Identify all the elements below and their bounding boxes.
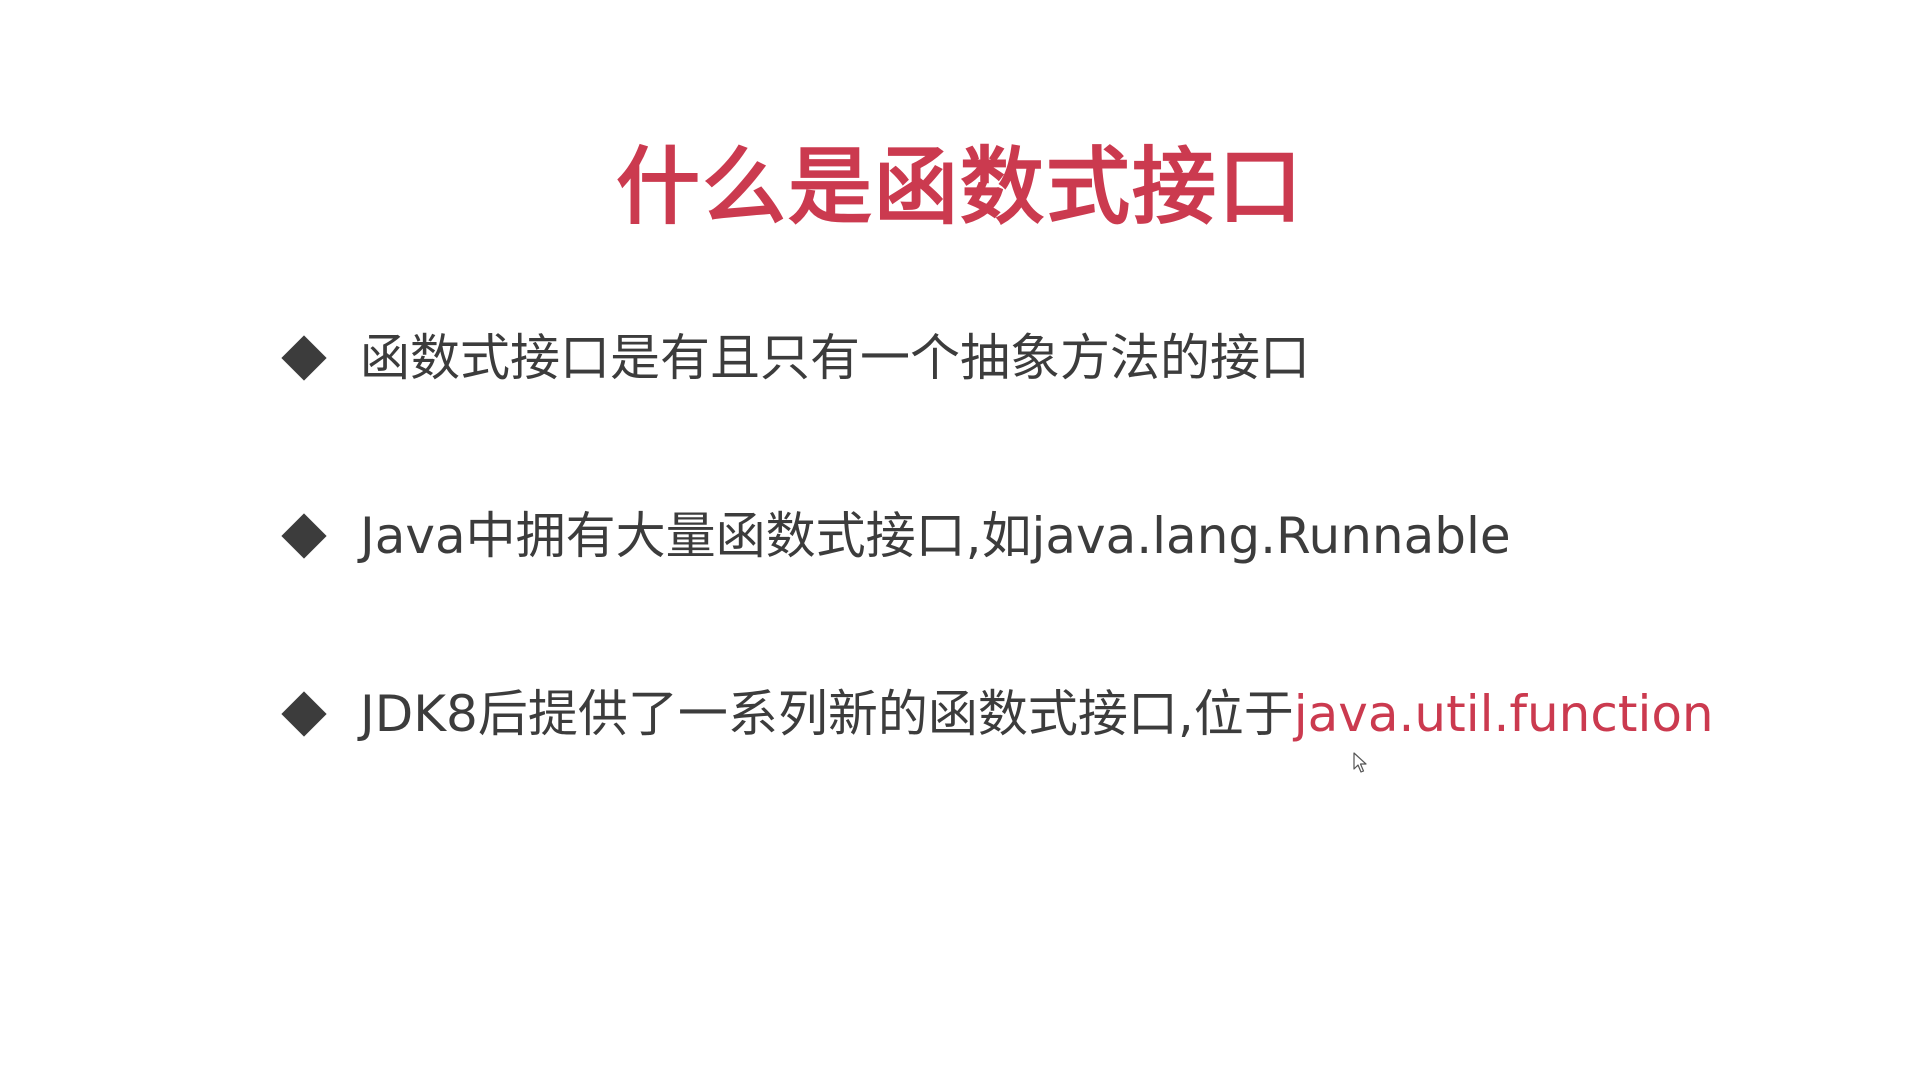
bullet-text: JDK8后提供了一系列新的函数式接口,位于 bbox=[360, 685, 1294, 743]
bullet-item: Java中拥有大量函数式接口,如java.lang.Runnable bbox=[281, 496, 1511, 576]
bullet-text: 函数式接口是有且只有一个抽象方法的接口 bbox=[360, 329, 1310, 387]
slide: 什么是函数式接口 函数式接口是有且只有一个抽象方法的接口 Java中拥有大量函数… bbox=[0, 0, 1920, 1080]
mouse-pointer-icon bbox=[1353, 752, 1367, 773]
bullet-item: JDK8后提供了一系列新的函数式接口,位于 java.util.function bbox=[281, 674, 1714, 754]
highlighted-package-name: java.util.function bbox=[1293, 685, 1714, 743]
bullet-item: 函数式接口是有且只有一个抽象方法的接口 bbox=[281, 318, 1310, 398]
bullet-text: Java中拥有大量函数式接口,如java.lang.Runnable bbox=[360, 507, 1511, 565]
diamond-bullet-icon bbox=[281, 335, 327, 381]
diamond-bullet-icon bbox=[281, 691, 327, 737]
diamond-bullet-icon bbox=[281, 513, 327, 559]
slide-title: 什么是函数式接口 bbox=[615, 138, 1304, 236]
